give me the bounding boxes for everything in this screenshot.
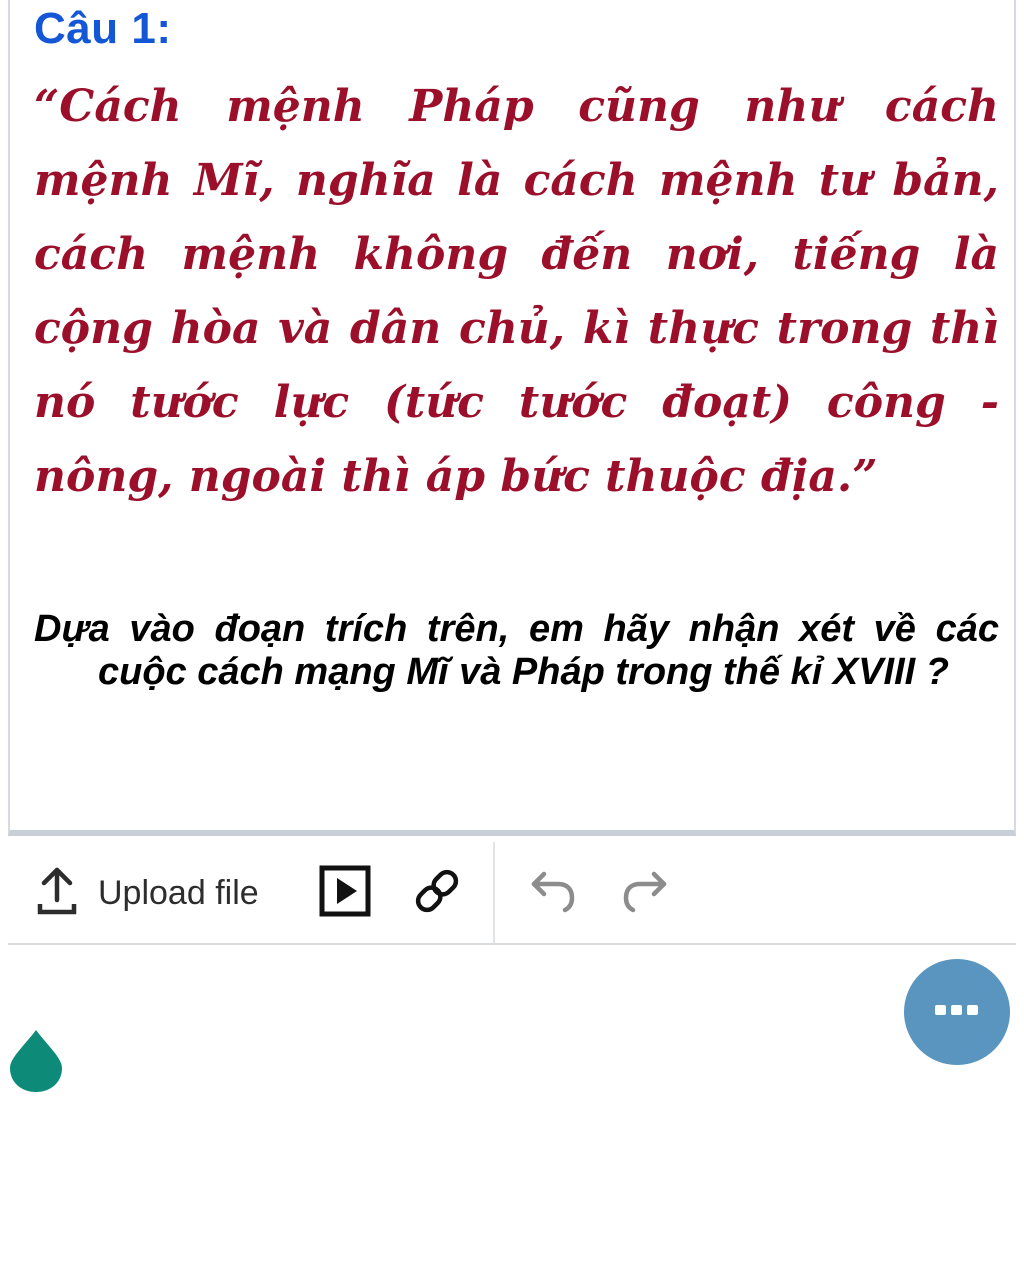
redo-button[interactable] [618,866,672,920]
insert-video-button[interactable] [318,865,372,922]
question-prompt: Dựa vào đoạn trích trên, em hãy nhận xét… [34,608,999,693]
undo-button[interactable] [526,866,580,920]
drop-icon[interactable] [8,1028,64,1094]
quote-text: “Cách mệnh Pháp cũng như cách mệnh Mĩ, n… [34,81,999,502]
upload-file-label: Upload file [98,873,259,912]
editor-toolbar: Upload file [8,842,1016,945]
question-card: Câu 1: “Cách mệnh Pháp cũng như cách mện… [8,0,1016,836]
toolbar-divider [493,842,495,943]
insert-link-button[interactable] [410,866,464,920]
video-icon [319,865,371,922]
undo-icon [528,866,578,921]
upload-icon [36,866,78,921]
more-options-button[interactable] [904,959,1010,1065]
redo-icon [620,866,670,921]
question-title: Câu 1: [34,4,172,53]
more-dots-icon [933,1002,981,1023]
link-icon [410,864,464,923]
upload-file-button[interactable]: Upload file [36,866,259,920]
